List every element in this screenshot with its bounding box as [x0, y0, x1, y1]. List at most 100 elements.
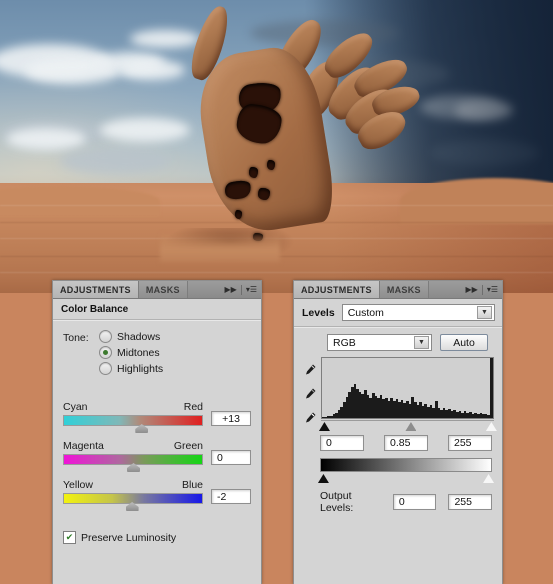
decay-hole [258, 188, 270, 200]
collapse-icon[interactable]: ▶▶ [225, 285, 237, 294]
panel-tab-bar: ADJUSTMENTS MASKS ▶▶ ▾☰ [294, 281, 502, 299]
decay-hole [249, 167, 258, 178]
yellow-blue-slider-block: Yellow Blue -2 [53, 479, 261, 511]
histogram-white-clip [490, 358, 492, 418]
input-highlight-handle[interactable] [485, 422, 497, 431]
input-midtone-handle[interactable] [405, 422, 417, 431]
checkbox-icon[interactable]: ✔ [63, 531, 76, 544]
tab-masks[interactable]: MASKS [138, 281, 188, 298]
collapse-icon[interactable]: ▶▶ [466, 285, 478, 294]
yellow-blue-value-input[interactable]: -2 [211, 489, 251, 504]
decay-hole [235, 210, 242, 219]
input-midtone-value[interactable]: 0.85 [384, 435, 428, 451]
output-shadow-value[interactable]: 0 [392, 494, 437, 510]
chevron-down-icon[interactable]: ▼ [414, 336, 429, 349]
levels-histogram [321, 357, 494, 419]
tone-label: Tone: [63, 332, 89, 344]
eyedropper-tools [300, 357, 317, 432]
tone-option-label: Shadows [117, 330, 161, 343]
output-levels-label: Output Levels: [320, 490, 354, 514]
input-levels-slider[interactable] [318, 420, 497, 432]
tab-adjustments[interactable]: ADJUSTMENTS [294, 281, 380, 298]
tab-spacer [428, 281, 462, 298]
levels-channel-value: RGB [333, 336, 356, 349]
chevron-down-icon[interactable]: ▼ [477, 306, 492, 319]
slider-left-label: Yellow [63, 479, 93, 491]
levels-channel-row: RGB ▼ Auto [294, 328, 502, 355]
panel-tab-bar: ADJUSTMENTS MASKS ▶▶ ▾☰ [53, 281, 261, 299]
input-highlight-value[interactable]: 255 [448, 435, 492, 451]
output-highlight-value[interactable]: 255 [448, 494, 492, 510]
tab-spacer [187, 281, 221, 298]
magenta-green-value-input[interactable]: 0 [211, 450, 251, 465]
radio-icon[interactable] [99, 330, 112, 343]
panel-menu-icon[interactable]: ▾☰ [246, 285, 257, 294]
output-levels-row: Output Levels: 0 255 [294, 484, 502, 514]
radio-icon[interactable] [99, 362, 112, 375]
slider-handle[interactable] [135, 424, 149, 433]
tone-option-label: Highlights [117, 362, 164, 375]
levels-channel-select[interactable]: RGB ▼ [327, 334, 432, 351]
preserve-luminosity-row[interactable]: ✔ Preserve Luminosity [53, 531, 261, 544]
cloud [6, 128, 86, 150]
input-shadow-value[interactable]: 0 [320, 435, 364, 451]
divider [481, 284, 483, 295]
hand-figure [175, 2, 430, 260]
input-shadow-handle[interactable] [318, 422, 330, 431]
tone-option-midtones[interactable]: Midtones [99, 346, 163, 359]
slider-handle[interactable] [125, 502, 139, 511]
histogram-row [294, 355, 502, 432]
output-levels-ramp [320, 458, 492, 472]
slider-left-label: Magenta [63, 440, 104, 452]
tone-option-highlights[interactable]: Highlights [99, 362, 163, 375]
set-black-point-eyedropper[interactable] [300, 363, 317, 378]
yellow-blue-slider-track[interactable] [63, 493, 203, 511]
preserve-luminosity-label: Preserve Luminosity [81, 531, 177, 544]
output-shadow-handle[interactable] [317, 474, 329, 483]
tab-adjustments[interactable]: ADJUSTMENTS [53, 281, 139, 298]
magenta-green-slider-block: Magenta Green 0 [53, 440, 261, 472]
color-balance-body: Color Balance Tone: Shadows Midtones Hig… [53, 299, 261, 544]
tone-group: Tone: Shadows Midtones Highlights [53, 321, 261, 375]
slider-right-label: Green [173, 440, 203, 452]
levels-preset-value: Custom [347, 306, 384, 319]
cloud [60, 148, 170, 174]
levels-body: Levels Custom ▼ RGB ▼ Auto 0 0.85 255 Ou… [294, 299, 502, 514]
levels-panel[interactable]: ADJUSTMENTS MASKS ▶▶ ▾☰ Levels Custom ▼ … [293, 280, 503, 584]
divider [240, 284, 242, 295]
slider-right-label: Red [183, 401, 203, 413]
radio-icon[interactable] [99, 346, 112, 359]
cyan-red-slider-block: Cyan Red +13 [53, 401, 261, 433]
tone-option-label: Midtones [117, 346, 160, 359]
panel-menu-icon[interactable]: ▾☰ [487, 285, 498, 294]
input-levels-values: 0 0.85 255 [294, 432, 502, 451]
levels-preset-row: Levels Custom ▼ [294, 299, 502, 326]
cyan-red-value-input[interactable]: +13 [211, 411, 251, 426]
panel-header-icons: ▶▶ ▾☰ [220, 281, 261, 298]
page-title: Levels [302, 306, 335, 319]
histogram-column [318, 357, 497, 432]
color-balance-panel[interactable]: ADJUSTMENTS MASKS ▶▶ ▾☰ Color Balance To… [52, 280, 262, 584]
slider-handle[interactable] [127, 463, 140, 472]
output-ramp-wrap [294, 451, 502, 484]
set-gray-point-eyedropper[interactable] [300, 387, 317, 402]
cyan-red-slider-track[interactable] [63, 415, 203, 433]
sand-overlap [160, 232, 280, 262]
output-highlight-handle[interactable] [483, 474, 495, 483]
auto-button[interactable]: Auto [440, 334, 488, 351]
sand-dune [0, 186, 160, 216]
tone-radio-list: Shadows Midtones Highlights [99, 330, 163, 375]
decay-hole [267, 160, 275, 170]
histogram-bars [322, 358, 493, 418]
levels-preset-select[interactable]: Custom ▼ [341, 304, 495, 321]
page-title: Color Balance [61, 304, 129, 315]
panel-header-icons: ▶▶ ▾☰ [461, 281, 502, 298]
tone-option-shadows[interactable]: Shadows [99, 330, 163, 343]
tab-masks[interactable]: MASKS [379, 281, 429, 298]
sand-ripple [0, 272, 553, 273]
slider-left-label: Cyan [63, 401, 88, 413]
output-levels-slider[interactable] [317, 473, 495, 484]
magenta-green-slider-track[interactable] [63, 454, 203, 472]
slider-right-label: Blue [181, 479, 203, 491]
set-white-point-eyedropper[interactable] [300, 411, 317, 426]
